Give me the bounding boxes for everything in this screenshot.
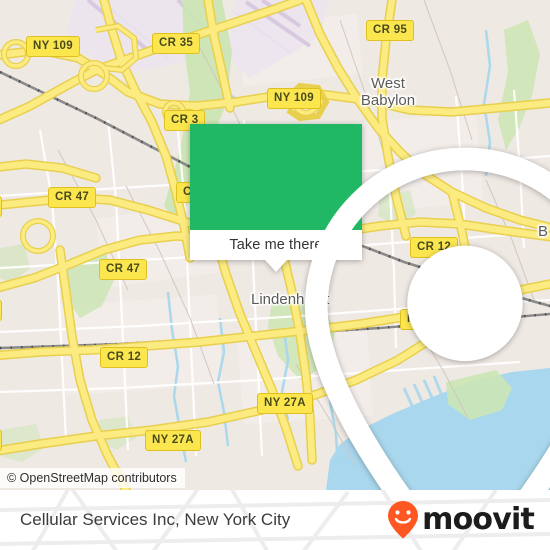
road-shield-cr-12-west[interactable]: CR 12: [100, 347, 149, 368]
road-shield-clipped-left-lower[interactable]: [0, 430, 2, 451]
popup-header: [190, 124, 550, 490]
road-shield-ny-109-east[interactable]: NY 109: [267, 88, 321, 109]
road-shield-ny-109-west[interactable]: NY 109: [26, 36, 80, 57]
road-shield-clipped-left-upper[interactable]: [0, 196, 2, 217]
place-title: Cellular Services Inc, New York City: [20, 510, 291, 529]
road-shield-cr-35[interactable]: CR 35: [152, 33, 201, 54]
map-screenshot: West Babylon Lindenhurst B NY 109 CR 35 …: [0, 0, 550, 550]
popup-pointer: [265, 260, 287, 272]
road-shield-cr-95[interactable]: CR 95: [366, 20, 415, 41]
map-pin-icon: [304, 147, 550, 490]
map-canvas[interactable]: West Babylon Lindenhurst B NY 109 CR 35 …: [0, 0, 550, 490]
footer-bar: Cellular Services Inc, New York City moo…: [0, 490, 550, 550]
moovit-smiley-pin-icon: [388, 501, 419, 539]
road-shield-cr-47-upper[interactable]: CR 47: [48, 187, 97, 208]
moovit-brand[interactable]: moovit: [386, 500, 535, 540]
place-label-west-babylon: West Babylon: [358, 75, 418, 109]
road-shield-clipped-left-mid[interactable]: [0, 300, 2, 321]
place-label-line: Babylon: [360, 92, 416, 109]
road-shield-cr-47-lower[interactable]: CR 47: [99, 259, 148, 280]
osm-attribution[interactable]: © OpenStreetMap contributors: [0, 468, 185, 488]
location-popup-card[interactable]: Take me there: [190, 124, 550, 490]
moovit-wordmark: moovit: [422, 502, 535, 537]
place-label-line: West: [371, 75, 405, 92]
